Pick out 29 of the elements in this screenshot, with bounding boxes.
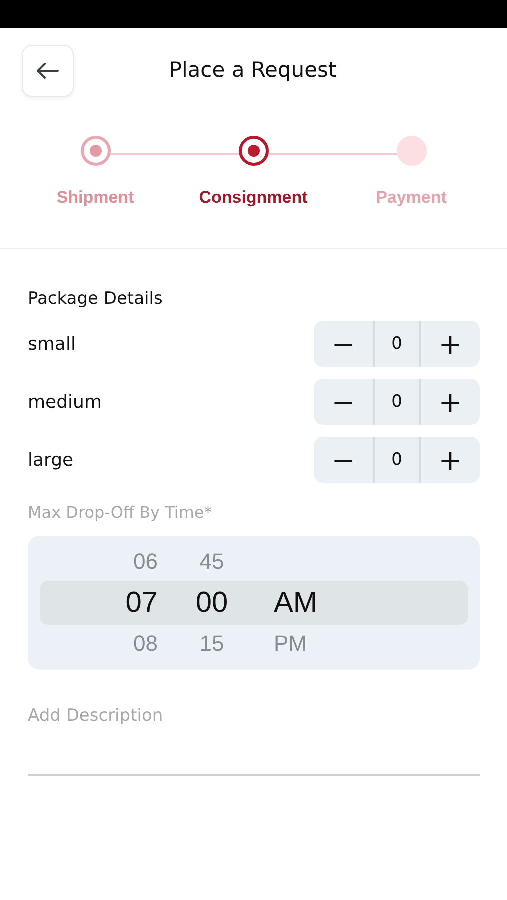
quantity-value: 0 (373, 437, 421, 483)
minute-value: 45 (198, 549, 226, 576)
decrement-button[interactable]: − (314, 437, 373, 483)
hour-value: 07 (124, 586, 159, 620)
increment-button[interactable]: + (421, 321, 480, 367)
quantity-value: 0 (373, 379, 421, 425)
section-title: Package Details (28, 289, 164, 309)
increment-button[interactable]: + (421, 379, 480, 425)
back-arrow-icon (37, 63, 59, 79)
quantity-value: 0 (373, 321, 421, 367)
minute-value: 00 (194, 586, 230, 620)
hour-value: 06 (132, 549, 159, 576)
step-label[interactable]: Consignment (199, 188, 308, 208)
hour-value: 08 (132, 630, 159, 657)
field-label: Max Drop-Off By Time* (28, 503, 214, 522)
minute-value: 15 (198, 630, 226, 657)
decrement-button[interactable]: − (314, 379, 373, 425)
period-value: AM (274, 586, 318, 618)
back-button[interactable] (22, 45, 74, 97)
package-size-label: medium (28, 392, 102, 412)
time-picker[interactable]: 06 45 07 00 AM 08 15 PM (28, 536, 480, 670)
page-title: Place a Request (168, 57, 338, 84)
package-size-label: large (28, 450, 74, 470)
increment-button[interactable]: + (421, 437, 480, 483)
decrement-button[interactable]: − (314, 321, 373, 367)
selected-time-row[interactable]: 07 00 AM (40, 580, 468, 626)
period-value: PM (274, 630, 307, 656)
package-size-label: small (28, 334, 76, 354)
description-field[interactable]: Add Description (28, 700, 480, 776)
